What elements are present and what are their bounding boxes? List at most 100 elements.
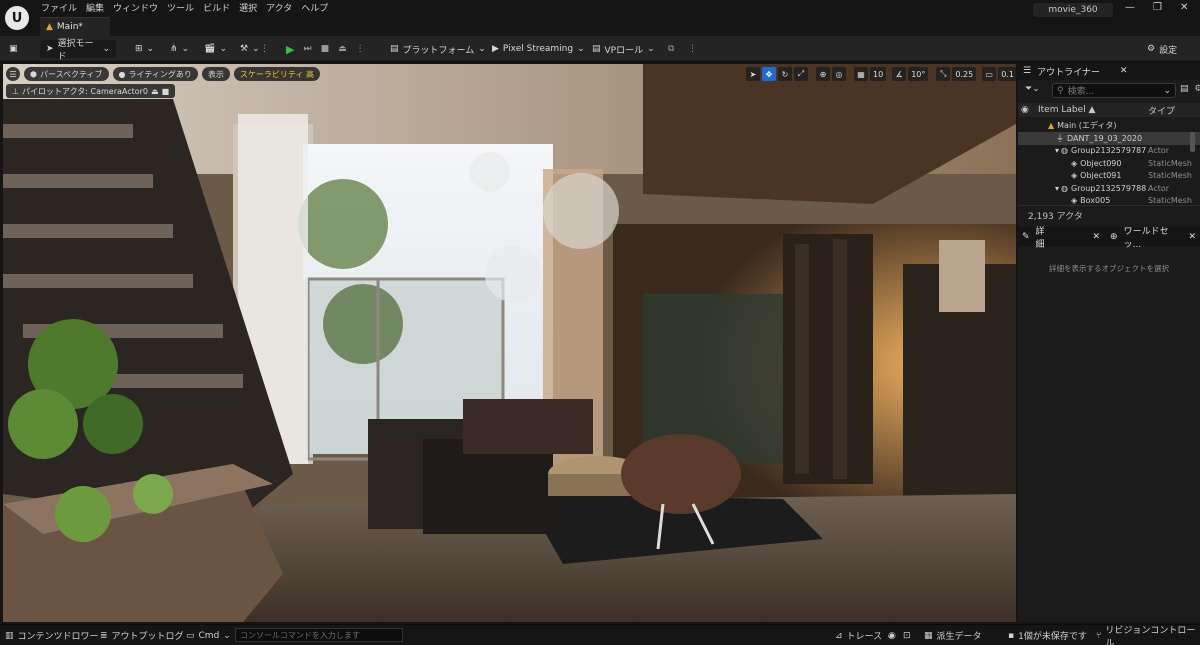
cinematics-button[interactable]: 🎬︎ ⌄ [204,40,227,58]
console-command-input[interactable]: コンソールコマンドを入力します [235,628,403,642]
unreal-logo-icon[interactable]: U [5,6,29,30]
blueprints-button[interactable]: ⋔ ⌄ [170,40,189,58]
content-drawer-button[interactable]: ▥ コンテンツドロワー [5,628,99,643]
expand-arrow-icon[interactable]: ▾ [1055,146,1059,155]
level-tab-main[interactable]: ▲ Main* [40,17,110,36]
play-options-icon[interactable]: ⋮ [356,44,365,54]
chevron-down-icon: ⌄ [181,44,190,54]
lighting-mode-button[interactable]: ● ライティングあり [112,67,198,81]
modeling-button[interactable]: ⚒ ⌄ [240,40,260,58]
outliner-row[interactable]: ⏚ DANT_19_03_2020 [1018,132,1200,145]
menu-help[interactable]: ヘルプ [300,1,336,15]
outliner-row[interactable]: ▾ ◍ Group2132579787 Actor [1018,145,1200,158]
world-settings-icon: ⊕ [1110,232,1118,242]
pilot-actor-bar: ⊥ パイロットアクタ: CameraActor0 ⏏ ■ [6,84,176,98]
maximize-icon[interactable]: ❐ [1153,2,1162,13]
output-log-button[interactable]: ≣ アウトプットログ [100,628,184,643]
scalability-label: スケーラビリティ 高 [239,69,314,79]
menu-build[interactable]: ビルド [202,1,238,15]
select-tool-icon[interactable]: ➤ [746,67,760,81]
close-icon[interactable]: ✕ [1180,2,1188,13]
settings-gear-icon[interactable]: ⚙ [1195,84,1200,94]
camera-speed-value[interactable]: 0.1 [998,67,1016,81]
record-icon[interactable]: ◉ [888,628,896,643]
outliner-search-input[interactable]: ⚲ 検索... ⌄ [1052,83,1176,98]
hamburger-menu-icon[interactable]: ☰ [6,67,20,81]
outliner-row[interactable]: ▾ ◍ Group2132579788 Actor [1018,182,1200,195]
rotate-tool-icon[interactable]: ↻ [778,67,792,81]
platforms-dropdown[interactable]: ▤ プラットフォーム ⌄ [390,40,486,58]
visibility-eye-icon[interactable]: ◉ [1018,105,1032,115]
tab-details[interactable]: 詳細 [1036,224,1053,250]
close-icon[interactable]: ✕ [1120,66,1128,76]
type-column[interactable]: タイプ [1142,104,1175,117]
menu-select[interactable]: 選択 [238,1,265,15]
perspective-button[interactable]: ⬢ パースペクティブ [24,67,109,81]
translate-tool-icon[interactable]: ✥ [762,67,776,81]
surface-snap-icon[interactable]: ◎ [832,67,846,81]
scale-tool-icon[interactable]: ⤢ [794,67,808,81]
level-icon: ▲ [1048,120,1055,130]
toolbar-more-icon[interactable]: ⋮ [688,40,697,58]
outliner-row[interactable]: ◈ Object090 StaticMesh [1018,157,1200,170]
world-space-icon[interactable]: ⊕ [816,67,830,81]
rotation-snap-icon[interactable]: ∡ [892,67,907,81]
settings-button[interactable]: ⚙ 設定 [1147,40,1177,58]
close-icon[interactable]: ✕ [1092,232,1100,242]
outliner-row[interactable]: ◈ Object091 StaticMesh [1018,170,1200,183]
camera-speed-icon[interactable]: ▭ [982,67,997,81]
chevron-down-icon: ⌄ [252,44,260,54]
item-label-column[interactable]: Item Label ▲ [1032,105,1142,115]
eject-pilot-icon[interactable]: ⏏ [151,87,159,96]
menu-tools[interactable]: ツール [166,1,202,15]
cmd-dropdown[interactable]: ▭ Cmd ⌄ [186,628,231,643]
rotation-snap-value[interactable]: 10° [908,67,929,81]
row-label: Group2132579787 [1071,146,1147,156]
save-icon[interactable]: ▣ [9,40,18,58]
window-controls: — ❐ ✕ [1125,2,1188,13]
menu-window[interactable]: ウィンドウ [112,1,166,15]
stop-icon[interactable]: ■ [321,44,330,54]
show-button[interactable]: 表示 [201,67,230,81]
derived-data-button[interactable]: ▦ 派生データ [924,628,982,643]
trace-button[interactable]: ⊿ トレース ⌄ [835,628,894,643]
chevron-down-icon: ⌄ [223,630,231,641]
trace-options-icon[interactable]: ⊡ [903,628,911,643]
revision-control-button[interactable]: ⑂ リビジョンコントロール [1096,626,1200,645]
scale-snap-value[interactable]: 0.25 [952,67,977,81]
pixel-streaming-dropdown[interactable]: ▶ Pixel Streaming ⌄ [492,40,585,58]
tab-world-settings[interactable]: ワールドセッ... [1124,224,1183,250]
outliner-row[interactable]: ▲ Main (エディタ) [1018,119,1200,132]
close-icon[interactable]: ✕ [1188,232,1196,242]
minimize-icon[interactable]: — [1125,2,1135,13]
vp-role-icon: ▤ [592,44,601,54]
outliner-scrollbar[interactable] [1190,132,1195,152]
pilot-actor-badge[interactable]: ⊥ パイロットアクタ: CameraActor0 ⏏ ■ [6,84,176,98]
menu-actor[interactable]: アクタ [265,1,300,15]
more-options-icon[interactable]: ⋮ [260,40,269,58]
content-drawer-label: コンテンツドロワー [17,632,99,642]
play-icon[interactable]: ▶ [286,43,294,56]
unsaved-button[interactable]: ▪ 1個が未保存です [1008,628,1087,643]
scalability-button[interactable]: スケーラビリティ 高 [233,67,320,81]
grid-snap-value[interactable]: 10 [870,67,887,81]
level-viewport[interactable]: ☰ ⬢ パースペクティブ ● ライティングあり 表示 スケーラビリティ 高 ⊥ … [3,64,1016,622]
filter-icon[interactable]: ⏷⌄ [1025,84,1040,94]
selection-mode-dropdown[interactable]: ➤ 選択モード ⌄ [40,39,116,62]
menu-file[interactable]: ファイル [40,1,85,15]
multi-user-icon[interactable]: ⧉ [668,40,674,58]
vp-role-dropdown[interactable]: ▤ VPロール ⌄ [592,40,655,58]
add-actor-button[interactable]: ⊞ ⌄ [135,40,154,58]
chevron-down-icon: ⌄ [102,44,110,54]
grid-snap-icon[interactable]: ▦ [854,67,868,81]
scale-snap-icon[interactable]: ⤡ [936,67,951,81]
eject-icon[interactable]: ⏏ [338,44,347,54]
camera-icon[interactable]: ■ [162,87,170,96]
expand-arrow-icon[interactable]: ▾ [1055,184,1059,193]
add-folder-icon[interactable]: ▤ [1180,84,1189,94]
menu-edit[interactable]: 編集 [85,1,112,15]
menu-bar: U ファイル 編集 ウィンドウ ツール ビルド 選択 アクタ ヘルプ ▲ Mai… [0,0,1200,36]
row-label: Group2132579788 [1071,183,1147,193]
step-icon[interactable]: ⏭ [303,44,311,54]
outliner-title: アウトライナー [1037,67,1100,78]
